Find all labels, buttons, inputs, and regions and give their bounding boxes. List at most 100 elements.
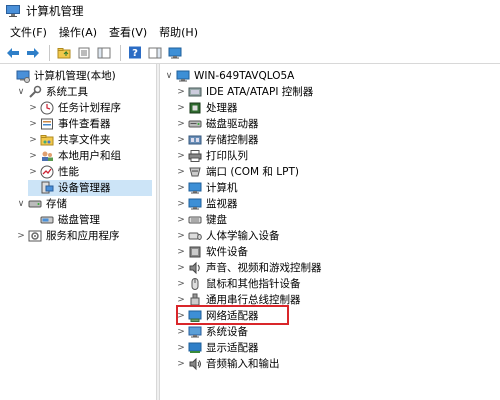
device-category-system-device[interactable]: > 系统设备 bbox=[176, 324, 248, 340]
toolbar-separator bbox=[120, 44, 121, 61]
chevron-right-icon[interactable]: > bbox=[28, 132, 38, 148]
computer-management-app-icon bbox=[6, 5, 20, 17]
forward-arrow-icon[interactable] bbox=[24, 44, 42, 62]
port-icon bbox=[188, 165, 202, 179]
device-category-label: 端口 (COM 和 LPT) bbox=[206, 166, 299, 178]
tree-item[interactable]: 设备管理器 bbox=[28, 180, 152, 196]
device-category-disk-drive[interactable]: > 磁盘驱动器 bbox=[176, 116, 258, 132]
tree-item-label: 事件查看器 bbox=[58, 118, 111, 130]
chevron-right-icon[interactable]: > bbox=[176, 84, 186, 100]
tree-item[interactable]: > 服务和应用程序 bbox=[16, 228, 119, 244]
tree-item[interactable]: > 任务计划程序 bbox=[28, 100, 121, 116]
chevron-right-icon[interactable]: > bbox=[176, 148, 186, 164]
computer-icon bbox=[188, 181, 202, 195]
device-category-label: 打印队列 bbox=[206, 150, 248, 162]
chevron-right-icon[interactable]: > bbox=[176, 356, 186, 372]
chevron-right-icon[interactable]: > bbox=[176, 324, 186, 340]
chevron-down-icon[interactable]: ∨ bbox=[16, 84, 26, 100]
display-adapter-icon bbox=[188, 341, 202, 355]
device-category-ide-controller[interactable]: > IDE ATA/ATAPI 控制器 bbox=[176, 84, 313, 100]
device-category-hid[interactable]: > 人体学输入设备 bbox=[176, 228, 279, 244]
chevron-down-icon[interactable]: ∨ bbox=[164, 68, 174, 84]
device-tree-root[interactable]: ∨ WIN-649TAVQLO5A bbox=[164, 68, 295, 84]
device-category-label: 处理器 bbox=[206, 102, 238, 114]
printer-icon bbox=[188, 149, 202, 163]
chevron-right-icon[interactable]: > bbox=[28, 100, 38, 116]
tree-item[interactable]: 计算机管理(本地) bbox=[4, 68, 116, 84]
services-icon bbox=[28, 229, 42, 243]
device-category-label: 计算机 bbox=[206, 182, 238, 194]
menu-item-2[interactable]: 查看(V) bbox=[103, 24, 153, 40]
chevron-right-icon[interactable]: > bbox=[176, 260, 186, 276]
device-category-sound[interactable]: > 声音、视频和游戏控制器 bbox=[176, 260, 322, 276]
device-category-label: 显示适配器 bbox=[206, 342, 259, 354]
up-folder-icon[interactable] bbox=[55, 44, 73, 62]
monitor-icon[interactable] bbox=[166, 44, 184, 62]
tree-item[interactable]: 磁盘管理 bbox=[28, 212, 100, 228]
menu-item-0[interactable]: 文件(F) bbox=[4, 24, 53, 40]
chevron-right-icon[interactable]: > bbox=[176, 212, 186, 228]
tree-item[interactable]: > 性能 bbox=[28, 164, 79, 180]
tree-item-label: 本地用户和组 bbox=[58, 150, 121, 162]
device-category-software-device[interactable]: > 软件设备 bbox=[176, 244, 248, 260]
tree-item[interactable]: ∨ 存储 bbox=[16, 196, 67, 212]
action-pane-icon[interactable] bbox=[146, 44, 164, 62]
storage-icon bbox=[28, 197, 42, 211]
chevron-right-icon[interactable]: > bbox=[176, 244, 186, 260]
toolbar-separator bbox=[49, 44, 50, 61]
menu-bar: 文件(F) 操作(A) 查看(V) 帮助(H) bbox=[0, 22, 500, 42]
mouse-icon bbox=[188, 277, 202, 291]
tree-item[interactable]: ∨ 系统工具 bbox=[16, 84, 88, 100]
menu-item-1[interactable]: 操作(A) bbox=[53, 24, 103, 40]
device-category-label: 系统设备 bbox=[206, 326, 248, 338]
show-hide-tree-icon[interactable] bbox=[95, 44, 113, 62]
chevron-right-icon[interactable]: > bbox=[176, 132, 186, 148]
device-category-keyboard[interactable]: > 键盘 bbox=[176, 212, 227, 228]
help-icon[interactable]: ? bbox=[126, 44, 144, 62]
device-category-display-adapter[interactable]: > 显示适配器 bbox=[176, 340, 259, 356]
chevron-right-icon[interactable]: > bbox=[176, 164, 186, 180]
computer-name-label: WIN-649TAVQLO5A bbox=[194, 70, 295, 82]
tree-item[interactable]: > 事件查看器 bbox=[28, 116, 111, 132]
device-category-label: 音频输入和输出 bbox=[206, 358, 280, 370]
device-category-printer[interactable]: > 打印队列 bbox=[176, 148, 248, 164]
performance-icon bbox=[40, 165, 54, 179]
chevron-right-icon[interactable]: > bbox=[176, 228, 186, 244]
properties-icon[interactable] bbox=[75, 44, 93, 62]
device-category-storage-controller[interactable]: > 存储控制器 bbox=[176, 132, 258, 148]
chevron-right-icon[interactable]: > bbox=[176, 116, 186, 132]
device-category-processor[interactable]: > 处理器 bbox=[176, 100, 238, 116]
back-arrow-icon[interactable] bbox=[4, 44, 22, 62]
device-category-monitor[interactable]: > 监视器 bbox=[176, 196, 237, 212]
tree-item-label: 性能 bbox=[58, 166, 79, 178]
chevron-right-icon[interactable]: > bbox=[16, 228, 26, 244]
device-category-label: IDE ATA/ATAPI 控制器 bbox=[206, 86, 314, 98]
device-category-port[interactable]: > 端口 (COM 和 LPT) bbox=[176, 164, 299, 180]
disk-drive-icon bbox=[188, 117, 202, 131]
chevron-right-icon[interactable]: > bbox=[176, 340, 186, 356]
event-viewer-icon bbox=[40, 117, 54, 131]
tree-item[interactable]: > 共享文件夹 bbox=[28, 132, 110, 148]
ide-controller-icon bbox=[188, 85, 202, 99]
device-category-computer[interactable]: > 计算机 bbox=[176, 180, 238, 196]
storage-controller-icon bbox=[188, 133, 202, 147]
device-manager-pane: ∨ WIN-649TAVQLO5A > IDE ATA/ATAPI 控制器 > 处理器 > 磁… bbox=[160, 64, 500, 400]
svg-text:?: ? bbox=[132, 48, 138, 59]
window-title: 计算机管理 bbox=[26, 4, 84, 18]
chevron-right-icon[interactable]: > bbox=[28, 116, 38, 132]
device-category-label: 软件设备 bbox=[206, 246, 248, 258]
device-category-mouse[interactable]: > 鼠标和其他指针设备 bbox=[176, 276, 301, 292]
chevron-down-icon[interactable]: ∨ bbox=[16, 196, 26, 212]
menu-item-3[interactable]: 帮助(H) bbox=[153, 24, 204, 40]
chevron-right-icon[interactable]: > bbox=[28, 148, 38, 164]
chevron-right-icon[interactable]: > bbox=[176, 276, 186, 292]
chevron-right-icon[interactable]: > bbox=[176, 100, 186, 116]
chevron-right-icon[interactable]: > bbox=[28, 164, 38, 180]
chevron-right-icon[interactable]: > bbox=[176, 196, 186, 212]
tree-item[interactable]: > 本地用户和组 bbox=[28, 148, 121, 164]
device-category-audio-io[interactable]: > 音频输入和输出 bbox=[176, 356, 280, 372]
chevron-right-icon[interactable]: > bbox=[176, 180, 186, 196]
